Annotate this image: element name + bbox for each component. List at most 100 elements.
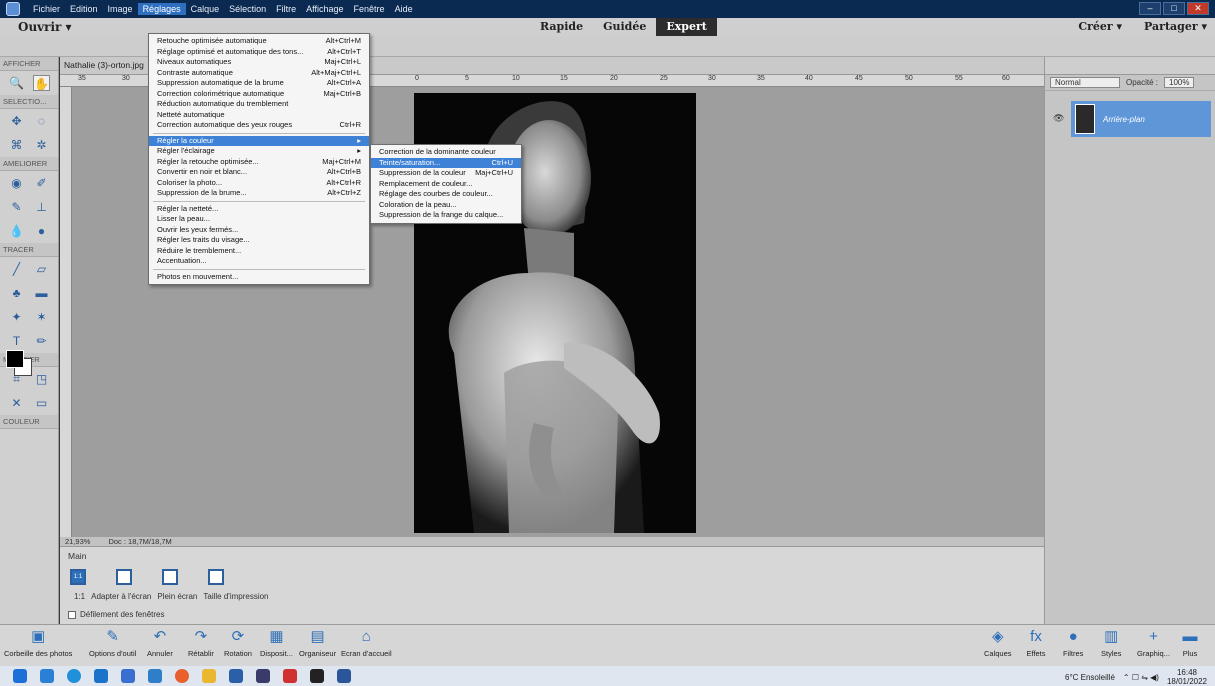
- firefox-icon[interactable]: [175, 669, 189, 683]
- menu-item[interactable]: Accentuation...: [149, 256, 369, 267]
- paint-bucket-icon[interactable]: ♣: [8, 285, 25, 301]
- menu-item[interactable]: Suppression de la couleur Maj+Ctrl+U: [371, 168, 521, 179]
- opacity-input[interactable]: 100%: [1164, 77, 1195, 88]
- menu-item[interactable]: Réglage des courbes de couleur...: [371, 189, 521, 200]
- defender-icon[interactable]: [121, 669, 135, 683]
- menu-item[interactable]: Réduire le tremblement...: [149, 246, 369, 257]
- eraser-tool-icon[interactable]: ▱: [33, 261, 50, 277]
- menu-item[interactable]: Régler les traits du visage...: [149, 235, 369, 246]
- layers-button[interactable]: ◈ Calques: [984, 629, 1012, 659]
- menu-item[interactable]: Suppression de la brume... Alt+Ctrl+Z: [149, 188, 369, 199]
- menu-item[interactable]: Contraste automatique Alt+Maj+Ctrl+L: [149, 68, 369, 79]
- quick-selection-icon[interactable]: ⌘: [8, 137, 25, 153]
- full-screen-button[interactable]: [162, 569, 178, 585]
- menu-item[interactable]: Teinte/saturation... Ctrl+U: [371, 157, 521, 168]
- minimize-button[interactable]: –: [1139, 2, 1161, 15]
- blur-tool-icon[interactable]: 💧: [8, 223, 25, 239]
- undo-button[interactable]: ↶ Annuler: [147, 629, 173, 659]
- app-icon[interactable]: [94, 669, 108, 683]
- zoom-level[interactable]: 21,93%: [65, 537, 90, 546]
- app-icon-dark[interactable]: [310, 669, 324, 683]
- fit-screen-button[interactable]: [116, 569, 132, 585]
- maximize-button[interactable]: □: [1163, 2, 1185, 15]
- healing-brush-icon[interactable]: ✐: [33, 175, 50, 191]
- menu-item[interactable]: Photos en mouvement...: [149, 272, 369, 283]
- styles-button[interactable]: ▥ Styles: [1101, 629, 1121, 659]
- word-icon[interactable]: [337, 669, 351, 683]
- weather-widget[interactable]: 6°C Ensoleillé: [1065, 673, 1115, 682]
- menu-selection[interactable]: Sélection: [224, 3, 271, 15]
- print-size-button[interactable]: [208, 569, 224, 585]
- menu-item[interactable]: Convertir en noir et blanc... Alt+Ctrl+B: [149, 167, 369, 178]
- brush-tool-icon[interactable]: ╱: [8, 261, 25, 277]
- layer-row[interactable]: Arrière-plan: [1071, 101, 1211, 137]
- edge-icon[interactable]: [67, 669, 81, 683]
- search-icon[interactable]: [40, 669, 54, 683]
- filters-button[interactable]: ● Filtres: [1063, 629, 1083, 659]
- menu-item[interactable]: Retouche optimisée automatique Alt+Ctrl+M: [149, 36, 369, 47]
- lasso-tool-icon[interactable]: ◌: [33, 113, 50, 129]
- shape-tool-icon[interactable]: ✦: [8, 309, 25, 325]
- menu-fenetre[interactable]: Fenêtre: [349, 3, 390, 15]
- rotate-button[interactable]: ⟳ Rotation: [224, 629, 252, 659]
- menu-item[interactable]: Réglage optimisé et automatique des tons…: [149, 47, 369, 58]
- menu-image[interactable]: Image: [103, 3, 138, 15]
- menu-item[interactable]: Régler la couleur ▸: [149, 135, 369, 146]
- red-eye-tool-icon[interactable]: ◉: [8, 175, 25, 191]
- file-explorer-icon[interactable]: [202, 669, 216, 683]
- menu-item[interactable]: Lisser la peau...: [149, 214, 369, 225]
- mail-icon[interactable]: [148, 669, 162, 683]
- menu-item[interactable]: Ouvrir les yeux fermés...: [149, 225, 369, 236]
- redo-button[interactable]: ↷ Rétablir: [188, 629, 214, 659]
- menu-affichage[interactable]: Affichage: [301, 3, 348, 15]
- menu-aide[interactable]: Aide: [390, 3, 418, 15]
- blend-mode-select[interactable]: Normal: [1050, 77, 1120, 88]
- menu-calque[interactable]: Calque: [186, 3, 225, 15]
- organizer-button[interactable]: ▤ Organiseur: [299, 629, 336, 659]
- share-button[interactable]: Partager ▾: [1144, 20, 1207, 33]
- menu-item[interactable]: Suppression de la frange du calque...: [371, 210, 521, 221]
- magic-wand-icon[interactable]: ✲: [33, 137, 50, 153]
- home-screen-button[interactable]: ⌂ Ecran d'accueil: [341, 629, 392, 659]
- document-tab[interactable]: Nathalie (3)-orton.jpg: [64, 60, 144, 70]
- elements-taskbar-icon[interactable]: [256, 669, 270, 683]
- layout-button[interactable]: ▦ Disposit...: [260, 629, 293, 659]
- menu-item[interactable]: Régler la retouche optimisée... Maj+Ctrl+…: [149, 157, 369, 168]
- clock[interactable]: 16:48 18/01/2022: [1167, 668, 1207, 686]
- graphics-button[interactable]: + Graphiq...: [1137, 629, 1170, 659]
- menu-filtre[interactable]: Filtre: [271, 3, 301, 15]
- gradient-tool-icon[interactable]: ▬: [33, 285, 50, 301]
- effects-button[interactable]: fx Effets: [1026, 629, 1046, 659]
- menu-item[interactable]: Remplacement de couleur...: [371, 179, 521, 190]
- photos-icon[interactable]: [229, 669, 243, 683]
- menu-item[interactable]: Coloriser la photo... Alt+Ctrl+R: [149, 178, 369, 189]
- checkbox-icon[interactable]: [68, 610, 76, 619]
- menu-item[interactable]: Correction de la dominante couleur: [371, 147, 521, 158]
- menu-item[interactable]: Niveaux automatiques Maj+Ctrl+L: [149, 57, 369, 68]
- visibility-eye-icon[interactable]: 👁: [1053, 113, 1064, 124]
- scroll-all-windows-checkbox[interactable]: Défilement des fenêtres: [68, 610, 165, 619]
- custom-shape-icon[interactable]: ✶: [33, 309, 50, 325]
- tab-rapide[interactable]: Rapide: [530, 18, 593, 36]
- menu-item[interactable]: Régler la netteté...: [149, 204, 369, 215]
- move-tool-icon[interactable]: ✥: [8, 113, 25, 129]
- text-tool-icon[interactable]: T: [8, 333, 25, 349]
- pencil-tool-icon[interactable]: ✏: [33, 333, 50, 349]
- clone-stamp-icon[interactable]: ⊥: [33, 199, 50, 215]
- smart-brush-icon[interactable]: ✎: [8, 199, 25, 215]
- menu-item[interactable]: Coloration de la peau...: [371, 200, 521, 211]
- hand-tool-icon[interactable]: ✋: [32, 75, 50, 91]
- close-button[interactable]: ✕: [1187, 2, 1209, 15]
- menu-edition[interactable]: Edition: [65, 3, 103, 15]
- content-aware-move-icon[interactable]: ✕: [8, 395, 25, 411]
- tab-expert[interactable]: Expert: [656, 18, 717, 36]
- menu-item[interactable]: Suppression automatique de la brume Alt+C…: [149, 78, 369, 89]
- create-button[interactable]: Créer ▾: [1078, 20, 1122, 33]
- windows-start-icon[interactable]: [13, 669, 27, 683]
- antivirus-icon[interactable]: [283, 669, 297, 683]
- more-button[interactable]: ▬ Plus: [1180, 629, 1200, 659]
- menu-item[interactable]: Réduction automatique du tremblement: [149, 99, 369, 110]
- photo-bin-button[interactable]: ▣ Corbeille des photos: [4, 629, 72, 659]
- menu-item[interactable]: Correction colorimétrique automatique Maj…: [149, 89, 369, 100]
- actual-pixels-button[interactable]: 1:1: [70, 569, 86, 585]
